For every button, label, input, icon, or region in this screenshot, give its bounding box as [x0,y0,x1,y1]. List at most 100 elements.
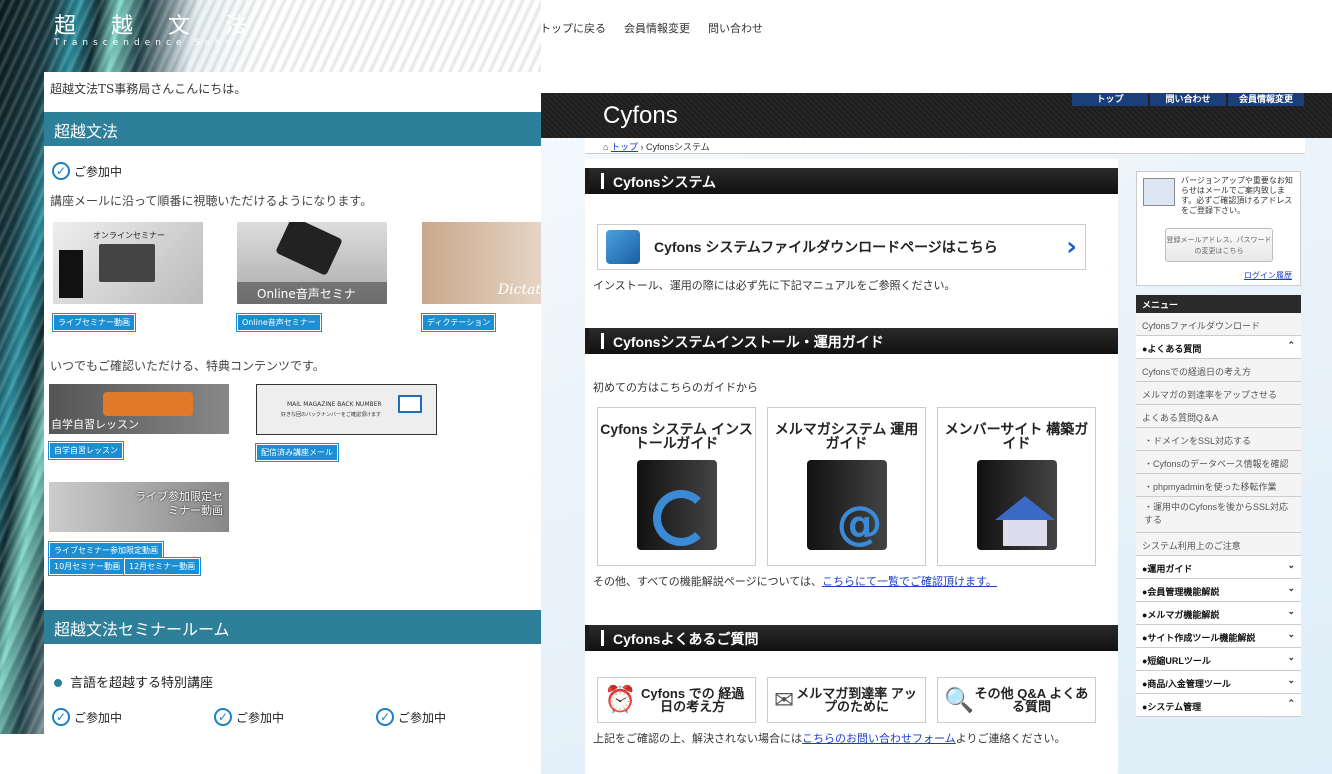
thumb-caption: 自学自習レッスン [51,418,139,431]
sidebar-item-label: ●よくある質問 [1142,344,1202,354]
sidebar-item[interactable]: Cyfonsでの経過日の考え方 [1136,359,1301,382]
participating-label: ご参加中 [398,710,447,725]
contact-post: よりご連絡ください。 [955,733,1066,745]
tab-top[interactable]: トップ [1072,93,1148,106]
sidebar-item[interactable]: システム利用上のご注意 [1136,533,1301,556]
check-icon: ✓ [376,708,394,726]
participating-status: ✓ ご参加中 [52,708,122,726]
sidebar-item-label: ・Cyfonsのデータベース情報を確認 [1144,459,1289,469]
check-icon: ✓ [52,162,70,180]
download-button[interactable]: Cyfons システムファイルダウンロードページはこちら › [597,224,1086,270]
guide-title: メルマガシステム 運用ガイド [774,421,919,451]
thumb-online-audio[interactable]: Online音声セミナー [237,222,387,304]
sidebar-item[interactable]: ●システム管理 ⌃ [1136,694,1301,717]
tag-october-seminar[interactable]: 10月セミナー動画 [49,558,126,575]
notebook-image [59,250,83,298]
sidebar-item-label: よくある質問Q＆A [1142,413,1219,423]
download-label: Cyfons システムファイルダウンロードページはこちら [654,239,998,255]
phone-image [275,222,343,276]
guide-install[interactable]: Cyfons システム インストールガイド [597,407,756,566]
tag-dictation[interactable]: ディクテーション [422,314,496,331]
faq-elapsed-days[interactable]: ⏰ Cyfons での 経過日の考え方 [597,677,756,723]
nav-member-info[interactable]: 会員情報変更 [624,20,690,36]
nav-contact[interactable]: 問い合わせ [708,20,763,36]
tag-online-audio[interactable]: Online音声セミナー [237,314,321,331]
sidebar-item-label: Cyfonsファイルダウンロード [1142,321,1261,331]
contact-form-link[interactable]: こちらのお問い合わせフォーム [802,733,956,745]
bonus-description: いつでもご確認いただける、特典コンテンツです。 [50,359,325,373]
sidebar-item[interactable]: メルマガの到達率をアップさせる [1136,382,1301,405]
participating-status: ✓ ご参加中 [52,162,122,180]
logo-jp: 超 越 文 法 [54,14,261,39]
chevron-down-icon: ⌄ [1287,675,1295,685]
tag-mail-archive[interactable]: 配信済み講座メール [256,444,338,461]
breadcrumb-home[interactable]: トップ [611,142,638,152]
thumb-live-limited[interactable]: ライブ参加限定セミナー動画 [49,482,229,532]
refresh-icon [652,490,709,546]
thumb-online-seminar[interactable]: オンラインセミナー [53,222,203,304]
house-icon [1002,520,1047,546]
course-description: 講座メールに沿って順番に視聴いただけるようになります。 [50,194,373,208]
site-logo[interactable]: 超 越 文 法 Transcendence School [54,8,261,48]
sidebar-item[interactable]: ・ドメインをSSL対応する [1136,428,1301,451]
envelope-icon: ✉ [774,686,795,714]
guide-mailmag[interactable]: メルマガシステム 運用ガイド @ [767,407,926,566]
tag-live-seminar-video[interactable]: ライブセミナー動画 [53,314,135,331]
login-history-link[interactable]: ログイン履歴 [1244,270,1292,281]
sidebar-item[interactable]: ●よくある質問 ⌃ [1136,336,1301,359]
install-icon [636,460,717,550]
sidebar-menu: Cyfonsファイルダウンロード ●よくある質問 ⌃ Cyfonsでの経過日の考え方メ… [1136,313,1301,717]
thumb-self-study[interactable]: 自学自習レッスン [49,384,229,434]
contact-note: 上記をご確認の上、解決されない場合にはこちらのお問い合わせフォームよりご連絡くだ… [593,730,1065,746]
change-email-button[interactable]: 登録メールアドレス、パスワードの変更はこちら [1165,228,1273,262]
faq-delivery-rate[interactable]: ✉ メルマガ到達率 アップのために [767,677,926,723]
heading-text: Cyfonsシステムインストール・運用ガイド [613,334,884,350]
sidebar-item[interactable]: ●運用ガイド ⌄ [1136,556,1301,579]
menu-title: メニュー [1136,295,1301,313]
sidebar-item[interactable]: ●メルマガ機能解説 ⌄ [1136,602,1301,625]
main-content: Cyfonsシステム Cyfons システムファイルダウンロードページはこちら … [585,159,1118,774]
other-pre: その他、すべての機能解説ページについては、 [593,576,823,588]
sidebar-item-label: ●サイト作成ツール機能解説 [1142,633,1256,643]
sidebar-item[interactable]: Cyfonsファイルダウンロード [1136,313,1301,336]
sidebar-item[interactable]: ●会員管理機能解説 ⌄ [1136,579,1301,602]
sidebar-item[interactable]: ●サイト作成ツール機能解説 ⌄ [1136,625,1301,648]
sidebar-item-label: ・ドメインをSSL対応する [1144,436,1252,446]
faq-other-qa[interactable]: 🔍 その他 Q&A よくある質問 [937,677,1096,723]
sidebar-item-label: ・運用中のCyfonsを後からSSL対応する [1144,502,1289,525]
sidebar-item[interactable]: ・Cyfonsのデータベース情報を確認 [1136,451,1301,474]
thumb-dictation[interactable]: Dictat [422,222,541,304]
tag-self-study[interactable]: 自学自習レッスン [49,442,123,459]
course-item[interactable]: 言語を超越する特別講座 [54,672,213,691]
download-icon [606,230,640,264]
guide-title: Cyfons システム インストールガイド [600,421,753,451]
heading-text: Cyfonsシステム [613,174,717,190]
cyfons-panel: Cyfons トップ 問い合わせ 会員情報変更 ⌂ トップ › Cyfonsシス… [541,93,1332,774]
sidebar-item[interactable]: ●短縮URLツール ⌄ [1136,648,1301,671]
chevron-down-icon: ⌄ [1287,560,1295,570]
guide-member-site[interactable]: メンバーサイト 構築ガイド [937,407,1096,566]
sidebar-item[interactable]: ・phpmyadminを使った移転作業 [1136,474,1301,497]
nav-back-to-top[interactable]: トップに戻る [540,20,606,36]
thumb-mail-backnumber[interactable]: MAIL MAGAZINE BACK NUMBER 好きな回のバックナンバーをご… [256,384,437,435]
other-guides-note: その他、すべての機能解説ページについては、こちらにて一覧でご確認頂けます。 [593,573,997,589]
top-navigation: トップに戻る 会員情報変更 問い合わせ [540,20,763,36]
cyfons-logo[interactable]: Cyfons [603,102,678,130]
tab-contact[interactable]: 問い合わせ [1150,93,1226,106]
sidebar-item-label: ●短縮URLツール [1142,656,1211,666]
sidebar-item[interactable]: ●商品/入金管理ツール ⌄ [1136,671,1301,694]
sidebar-item-label: ●商品/入金管理ツール [1142,679,1231,689]
sidebar-item[interactable]: よくある質問Q＆A [1136,405,1301,428]
screenshot-stage: 超 越 文 法 Transcendence School 超越文法TS事務局さん… [0,0,1332,774]
chevron-up-icon: ⌃ [1287,340,1295,350]
clock-icon: ⏰ [604,685,637,715]
tab-member-info[interactable]: 会員情報変更 [1228,93,1304,106]
section-title-seminar-room: 超越文法セミナールーム [44,610,541,644]
tag-december-seminar[interactable]: 12月セミナー動画 [124,558,201,575]
notice-box: バージョンアップや重要なお知らせはメールでご案内致します。必ずご確認頂けるアドレ… [1136,171,1301,286]
other-guides-link[interactable]: こちらにて一覧でご確認頂けます。 [822,576,997,588]
sidebar-item[interactable]: ・運用中のCyfonsを後からSSL対応する [1136,497,1301,533]
participating-status: ✓ ご参加中 [376,708,446,726]
envelope-icon [398,395,422,413]
tag-live-limited[interactable]: ライブセミナー参加限定動画 [49,542,163,559]
